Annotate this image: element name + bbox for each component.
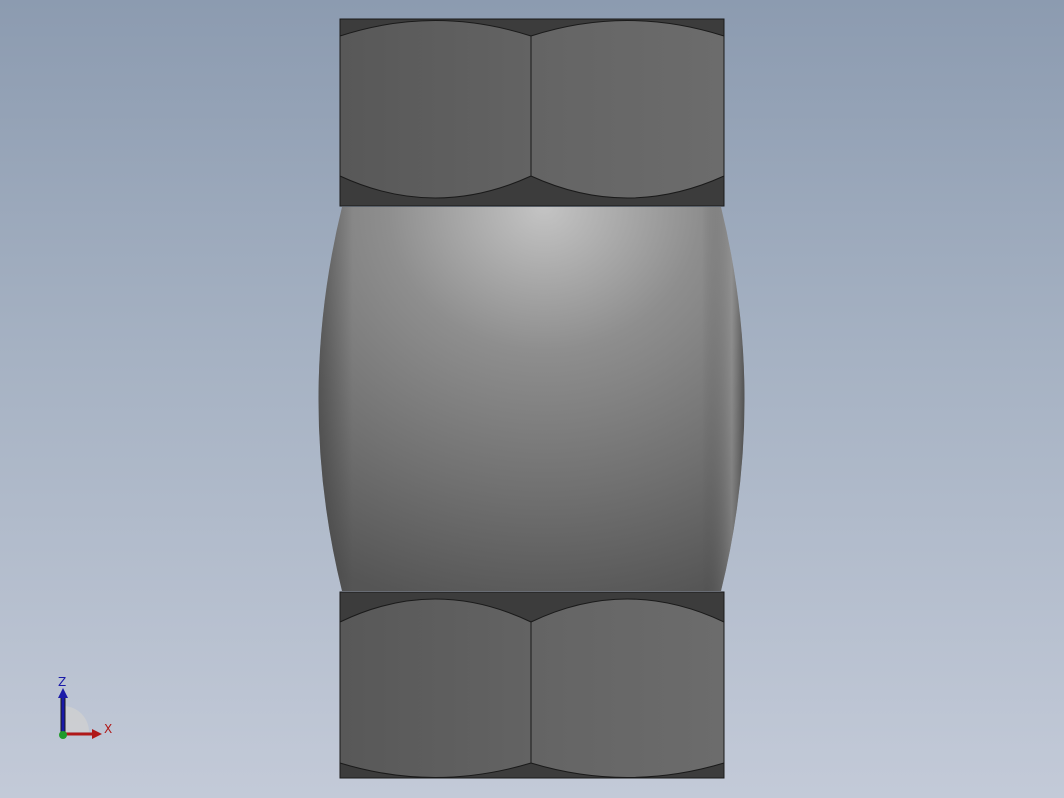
top-hex-nut[interactable] bbox=[339, 18, 725, 207]
bottom-hex-nut[interactable] bbox=[339, 591, 725, 779]
barrel-body[interactable] bbox=[318, 207, 745, 591]
orientation-triad: Z X bbox=[58, 675, 112, 739]
y-axis-dot-icon bbox=[59, 731, 67, 739]
z-axis-label: Z bbox=[58, 675, 66, 689]
triad-quadrant-icon bbox=[63, 706, 89, 732]
x-arrowhead-icon bbox=[92, 729, 102, 739]
z-arrowhead-icon bbox=[58, 688, 68, 698]
model-view[interactable] bbox=[0, 0, 1064, 798]
graphics-viewport[interactable]: Z X bbox=[0, 0, 1064, 798]
x-axis-label: X bbox=[104, 722, 112, 736]
